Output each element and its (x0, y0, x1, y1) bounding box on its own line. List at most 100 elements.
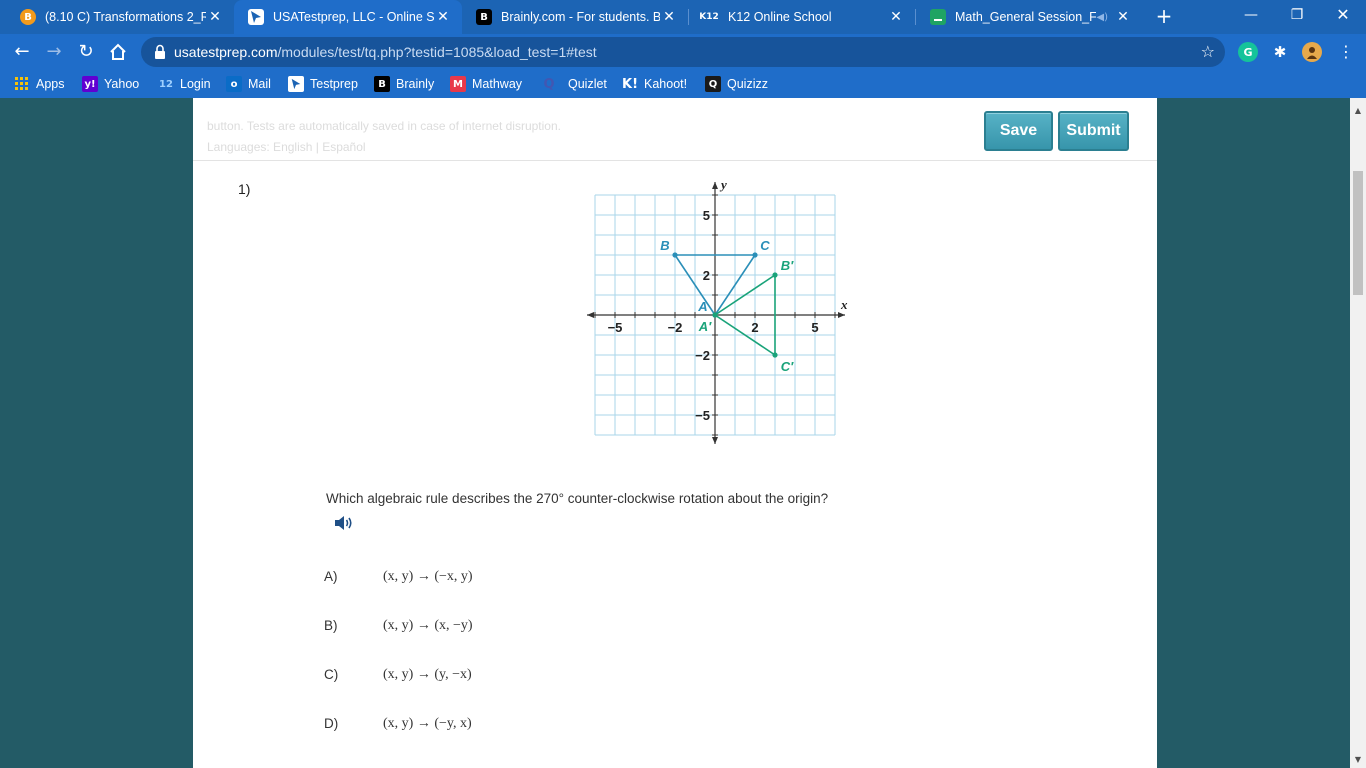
bookmark-brainly[interactable]: B Brainly (374, 70, 434, 98)
page-viewport: button. Tests are automatically saved in… (0, 98, 1350, 768)
scrollbar-thumb[interactable] (1353, 171, 1363, 295)
url-text[interactable]: usatestprep.com/modules/test/tq.php?test… (174, 44, 597, 60)
login-icon: 12 (159, 78, 173, 90)
choice-text: (x, y) → (y, −x) (383, 667, 472, 682)
language-selector[interactable]: Languages: English | Español (207, 140, 366, 154)
bookmark-login[interactable]: 12 Login (158, 70, 211, 98)
bookmark-label: Mail (248, 77, 271, 91)
minimize-button[interactable]: — (1228, 0, 1274, 30)
close-icon[interactable]: ✕ (206, 9, 224, 25)
browser-toolbar: ← → ↻ usatestprep.com/modules/test/tq.ph… (0, 34, 1366, 70)
choice-text: (x, y) → (−y, x) (383, 716, 472, 731)
triangle-image-vertex-label: C′ (781, 359, 794, 374)
bookmark-label: Apps (36, 77, 65, 91)
bookmark-testprep[interactable]: Testprep (288, 70, 358, 98)
tab-brainly[interactable]: B Brainly.com - For students. By s ✕ (462, 0, 688, 34)
submit-button[interactable]: Submit (1058, 111, 1129, 151)
question-text: Which algebraic rule describes the 270° … (326, 491, 829, 506)
bookmark-apps[interactable]: Apps (14, 70, 65, 98)
bookmark-kahoot[interactable]: K! Kahoot! (622, 70, 687, 98)
window-close-button[interactable]: ✕ (1320, 0, 1366, 30)
tab-title: Brainly.com - For students. By s (501, 10, 660, 24)
bookmark-quizizz[interactable]: Q Quizizz (705, 70, 768, 98)
bookmark-label: Login (180, 77, 211, 91)
y-axis-arrow-down (712, 437, 718, 444)
bookmark-star-icon[interactable]: ☆ (1201, 42, 1215, 61)
choice-letter: A) (324, 569, 338, 584)
save-button[interactable]: Save (984, 111, 1053, 151)
x-axis-label: x (840, 297, 848, 312)
reload-button[interactable]: ↻ (72, 38, 100, 66)
scroll-down-arrow[interactable]: ▼ (1353, 755, 1363, 764)
apps-grid-icon (14, 76, 30, 92)
page-scrollbar[interactable]: ▲ ▼ (1350, 98, 1366, 768)
yahoo-icon: y! (82, 76, 98, 92)
choice-letter: C) (324, 667, 339, 682)
home-button[interactable] (104, 38, 132, 66)
y-tick-label: −5 (695, 408, 710, 423)
close-icon[interactable]: ✕ (434, 9, 452, 25)
x-tick-label: −5 (608, 320, 623, 335)
tab-math-session[interactable]: Math_General Session_Fa ◀) ✕ (916, 0, 1142, 34)
bookmarks-bar: Apps y! Yahoo 12 Login o Mail Testprep B… (0, 70, 1366, 98)
bookmark-mail[interactable]: o Mail (226, 70, 271, 98)
tab-title: USATestprep, LLC - Online Stat (273, 10, 434, 24)
choice-letter: D) (324, 716, 339, 731)
bookmark-label: Quizlet (568, 77, 607, 91)
choice-letter: B) (324, 618, 338, 633)
test-header: button. Tests are automatically saved in… (193, 98, 1157, 161)
grammarly-icon[interactable]: G (1238, 42, 1258, 62)
triangle-original-vertex (672, 252, 678, 258)
x-tick-label: 2 (751, 320, 758, 335)
tab-title: (8.10 C) Transformations 2_REC (45, 10, 206, 24)
bookmark-yahoo[interactable]: y! Yahoo (82, 70, 139, 98)
tab-transformations[interactable]: B (8.10 C) Transformations 2_REC ✕ (6, 0, 234, 34)
back-button[interactable]: ← (8, 38, 36, 66)
x-axis-arrow-right (838, 312, 845, 318)
triangle-original-vertex-label: C (760, 238, 770, 253)
x-tick-label: 5 (811, 320, 818, 335)
audio-playing-icon[interactable]: ◀) (1096, 12, 1108, 23)
menu-icon[interactable]: ⋮ (1332, 38, 1360, 66)
mathway-icon: M (450, 76, 466, 92)
bookmark-mathway[interactable]: M Mathway (450, 70, 522, 98)
brainly-orange-icon: B (20, 9, 36, 25)
choice-text: (x, y) → (x, −y) (383, 618, 473, 633)
y-tick-label: −2 (695, 348, 710, 363)
close-icon[interactable]: ✕ (887, 9, 905, 25)
coordinate-plane-graph: x y −5 −2 2 5 5 2 −2 −5 A B C A′ B′ C′ (587, 177, 848, 444)
y-tick-label: 5 (703, 208, 710, 223)
close-icon[interactable]: ✕ (1114, 9, 1132, 25)
k12-icon: K12 (699, 12, 719, 22)
triangle-image-vertex (772, 272, 778, 278)
tab-k12[interactable]: K12 K12 Online School ✕ (689, 0, 915, 34)
triangle-image-vertex (772, 352, 778, 358)
brainly-icon: B (374, 76, 390, 92)
speaker-icon[interactable] (334, 514, 354, 532)
y-tick-label: 2 (703, 268, 710, 283)
bookmark-label: Yahoo (104, 77, 140, 91)
tab-strip: B (8.10 C) Transformations 2_REC ✕ USATe… (0, 0, 1366, 34)
kahoot-icon: K! (622, 76, 639, 92)
lock-icon[interactable] (153, 44, 167, 60)
bookmark-label: Brainly (396, 77, 435, 91)
extensions-icon[interactable]: ✱ (1270, 42, 1290, 62)
bookmark-quizlet[interactable]: Q Quizlet (541, 70, 607, 98)
restore-button[interactable]: ❐ (1274, 0, 1320, 30)
tab-title: K12 Online School (728, 10, 832, 24)
profile-avatar[interactable] (1302, 42, 1322, 62)
testprep-icon (248, 9, 264, 25)
triangle-original-vertex-label: A (697, 299, 707, 314)
brainly-icon: B (476, 9, 492, 25)
new-tab-button[interactable]: + (1152, 5, 1176, 29)
quizizz-icon: Q (705, 76, 721, 92)
tab-title: Math_General Session_Fa (955, 10, 1097, 24)
choice-text: (x, y) → (−x, y) (383, 569, 473, 584)
close-icon[interactable]: ✕ (660, 9, 678, 25)
triangle-image-vertex-label: A′ (698, 319, 712, 334)
scroll-up-arrow[interactable]: ▲ (1353, 106, 1363, 115)
forward-button[interactable]: → (40, 38, 68, 66)
address-bar[interactable]: usatestprep.com/modules/test/tq.php?test… (141, 37, 1225, 67)
tab-usatestprep[interactable]: USATestprep, LLC - Online Stat ✕ (234, 0, 462, 34)
x-axis-arrow-left (587, 312, 594, 318)
